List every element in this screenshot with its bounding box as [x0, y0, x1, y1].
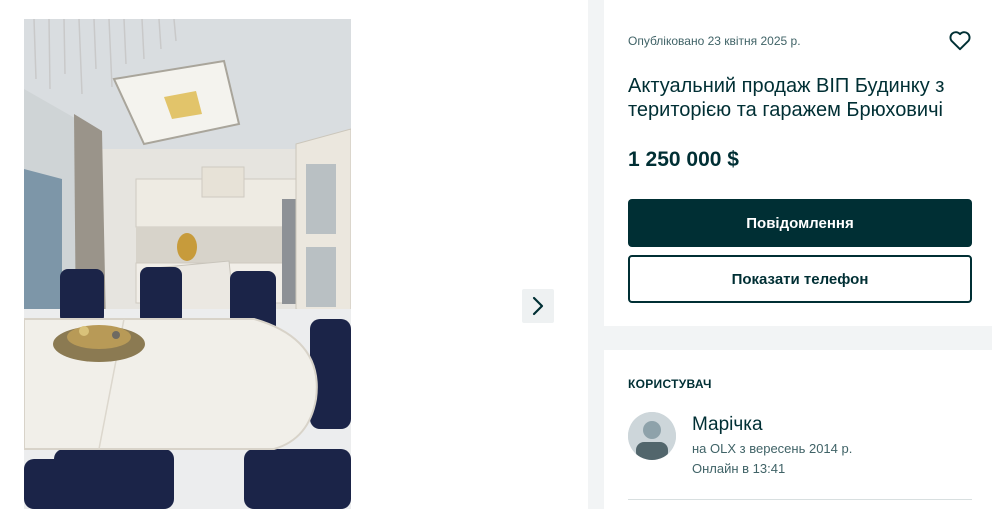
listing-photo[interactable] [24, 19, 351, 509]
seller-section-title: КОРИСТУВАЧ [628, 377, 712, 391]
seller-card: КОРИСТУВАЧ Марічка на OLX з вересень 201… [604, 350, 992, 509]
heart-outline-icon [949, 31, 971, 51]
kitchen-photo [24, 19, 351, 509]
user-avatar-icon [628, 412, 676, 460]
seller-member-since: на OLX з вересень 2014 р. [692, 441, 853, 456]
listing-summary-card: Опубліковано 23 квітня 2025 р. Актуальни… [604, 0, 992, 326]
listing-price: 1 250 000 $ [628, 148, 739, 171]
gallery-next-button[interactable] [522, 289, 554, 323]
message-button[interactable]: Повідомлення [628, 199, 972, 247]
show-phone-button[interactable]: Показати телефон [628, 255, 972, 303]
chevron-right-icon [532, 296, 544, 316]
seller-name[interactable]: Марічка [692, 414, 763, 436]
avatar[interactable] [628, 412, 676, 460]
seller-last-online: Онлайн в 13:41 [692, 461, 786, 476]
published-date: Опубліковано 23 квітня 2025 р. [628, 34, 801, 48]
favorite-button[interactable] [947, 27, 973, 53]
divider [628, 499, 972, 500]
listing-title: Актуальний продаж ВІП Будинку з територі… [628, 75, 945, 121]
image-gallery [0, 0, 588, 509]
